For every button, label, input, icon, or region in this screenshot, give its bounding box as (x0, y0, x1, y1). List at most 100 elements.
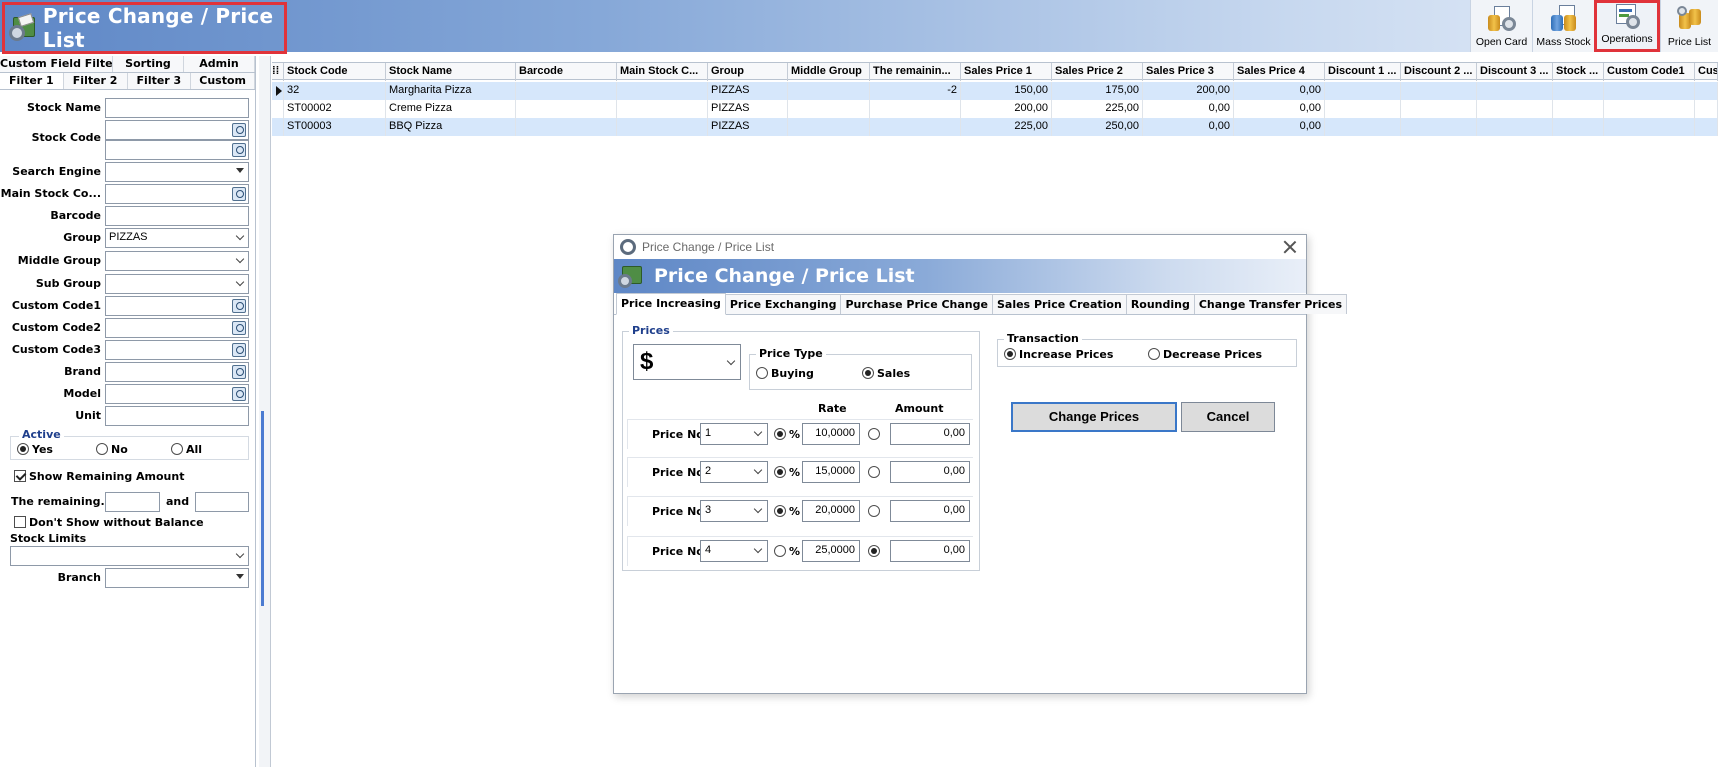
col-sales-price-2[interactable]: Sales Price 2 (1052, 63, 1143, 81)
cancel-button[interactable]: Cancel (1181, 402, 1275, 432)
custom-code3-input[interactable] (105, 340, 249, 360)
lookup-icon[interactable] (232, 343, 246, 357)
table-cell[interactable] (1325, 100, 1401, 118)
rate-input-2[interactable]: 15,0000 (802, 461, 860, 483)
table-cell[interactable]: 250,00 (1052, 118, 1143, 136)
table-cell[interactable]: -2 (870, 82, 961, 100)
amount-input-4[interactable]: 0,00 (890, 540, 970, 562)
table-cell[interactable]: 32 (284, 82, 386, 100)
table-cell[interactable] (1401, 100, 1477, 118)
tab-filter-1[interactable]: Filter 1 (0, 73, 64, 89)
middle-group-select[interactable] (105, 251, 249, 271)
mass-stock-button[interactable]: Mass Stock (1532, 0, 1594, 52)
col-main-stock-code[interactable]: Main Stock C... (617, 63, 708, 81)
col-middle-group[interactable]: Middle Group (788, 63, 870, 81)
col-discount-2[interactable]: Discount 2 ... (1401, 63, 1477, 81)
price-no-4-select[interactable]: 4 (700, 540, 768, 562)
table-cell[interactable] (1604, 82, 1695, 100)
sub-group-select[interactable] (105, 274, 249, 294)
amount-input-1[interactable]: 0,00 (890, 423, 970, 445)
table-cell[interactable] (1477, 118, 1553, 136)
table-row[interactable]: ST00003 BBQ Pizza PIZZAS 225,00 250,00 0,00 0,… (272, 118, 1718, 136)
table-cell[interactable]: 150,00 (961, 82, 1052, 100)
rate-percent-radio-3[interactable]: % (774, 505, 800, 518)
table-cell[interactable] (1477, 100, 1553, 118)
model-input[interactable] (105, 384, 249, 404)
col-sales-price-4[interactable]: Sales Price 4 (1234, 63, 1325, 81)
rate-input-1[interactable]: 10,0000 (802, 423, 860, 445)
brand-input[interactable] (105, 362, 249, 382)
active-yes-radio[interactable]: Yes (17, 443, 53, 456)
lookup-icon[interactable] (232, 299, 246, 313)
rate-input-3[interactable]: 20,0000 (802, 500, 860, 522)
tab-price-exchanging[interactable]: Price Exchanging (724, 294, 842, 314)
tab-purchase-price-change[interactable]: Purchase Price Change (840, 294, 993, 314)
lookup-icon[interactable] (232, 187, 246, 201)
table-cell[interactable] (1695, 100, 1718, 118)
show-remaining-checkbox[interactable]: Show Remaining Amount (14, 470, 184, 483)
table-cell[interactable] (1604, 118, 1695, 136)
tab-price-increasing[interactable]: Price Increasing (616, 293, 726, 315)
branch-select[interactable] (105, 568, 249, 588)
unit-input[interactable] (105, 406, 249, 426)
col-barcode[interactable]: Barcode (516, 63, 617, 81)
table-cell[interactable]: 0,00 (1143, 100, 1234, 118)
col-group[interactable]: Group (708, 63, 788, 81)
table-cell[interactable] (788, 100, 870, 118)
active-no-radio[interactable]: No (96, 443, 128, 456)
table-cell[interactable]: 200,00 (961, 100, 1052, 118)
amount-input-3[interactable]: 0,00 (890, 500, 970, 522)
col-stock-code[interactable]: Stock Code (284, 63, 386, 81)
table-cell[interactable] (1401, 118, 1477, 136)
table-cell[interactable] (1553, 118, 1604, 136)
table-row[interactable]: ST00002 Creme Pizza PIZZAS 200,00 225,00 0,00… (272, 100, 1718, 118)
tab-custom-field-filter[interactable]: Custom Field Filter (0, 56, 113, 72)
col-custom-code1[interactable]: Custom Code1 (1604, 63, 1695, 81)
tab-filter-2[interactable]: Filter 2 (63, 73, 128, 89)
amount-radio-2[interactable] (868, 466, 883, 479)
table-cell[interactable] (516, 100, 617, 118)
price-type-buying-radio[interactable]: Buying (756, 367, 814, 380)
table-cell[interactable] (1695, 118, 1718, 136)
remaining-to-input[interactable] (195, 492, 249, 512)
table-cell[interactable] (1553, 82, 1604, 100)
custom-code2-input[interactable] (105, 318, 249, 338)
table-cell[interactable] (1477, 82, 1553, 100)
tab-change-transfer-prices[interactable]: Change Transfer Prices (1193, 294, 1347, 314)
table-cell[interactable] (788, 118, 870, 136)
tab-custom[interactable]: Custom (191, 73, 255, 89)
tab-rounding[interactable]: Rounding (1125, 294, 1195, 314)
table-cell[interactable] (870, 100, 961, 118)
tab-filter-3[interactable]: Filter 3 (127, 73, 192, 89)
col-stock-name[interactable]: Stock Name (386, 63, 516, 81)
stock-code-to-input[interactable] (105, 140, 249, 160)
open-card-button[interactable]: Open Card (1470, 0, 1532, 52)
table-cell[interactable] (1604, 100, 1695, 118)
table-cell[interactable]: Margharita Pizza (386, 82, 516, 100)
table-cell[interactable] (617, 82, 708, 100)
rate-percent-radio-4[interactable]: % (774, 545, 800, 558)
currency-select[interactable]: $ (633, 344, 741, 380)
barcode-input[interactable] (105, 206, 249, 226)
stock-limits-select[interactable] (10, 546, 249, 566)
lookup-icon[interactable] (232, 143, 246, 157)
table-row[interactable]: 32 Margharita Pizza PIZZAS -2 150,00 175,00 20… (272, 82, 1718, 100)
col-stock[interactable]: Stock ... (1553, 63, 1604, 81)
dont-show-without-balance-checkbox[interactable]: Don't Show without Balance (14, 516, 204, 529)
table-cell[interactable]: 0,00 (1234, 118, 1325, 136)
table-cell[interactable]: Creme Pizza (386, 100, 516, 118)
close-icon[interactable] (1282, 239, 1298, 255)
table-cell[interactable] (870, 118, 961, 136)
table-cell[interactable]: 0,00 (1143, 118, 1234, 136)
search-engine-select[interactable] (105, 162, 249, 182)
table-cell[interactable]: 200,00 (1143, 82, 1234, 100)
operations-button[interactable]: Operations (1594, 0, 1660, 52)
main-stock-code-input[interactable] (105, 184, 249, 204)
col-discount-3[interactable]: Discount 3 ... (1477, 63, 1553, 81)
lookup-icon[interactable] (232, 321, 246, 335)
table-cell[interactable] (1325, 118, 1401, 136)
table-cell[interactable] (617, 118, 708, 136)
lookup-icon[interactable] (232, 365, 246, 379)
table-cell[interactable] (1695, 82, 1718, 100)
col-discount-1[interactable]: Discount 1 ... (1325, 63, 1401, 81)
